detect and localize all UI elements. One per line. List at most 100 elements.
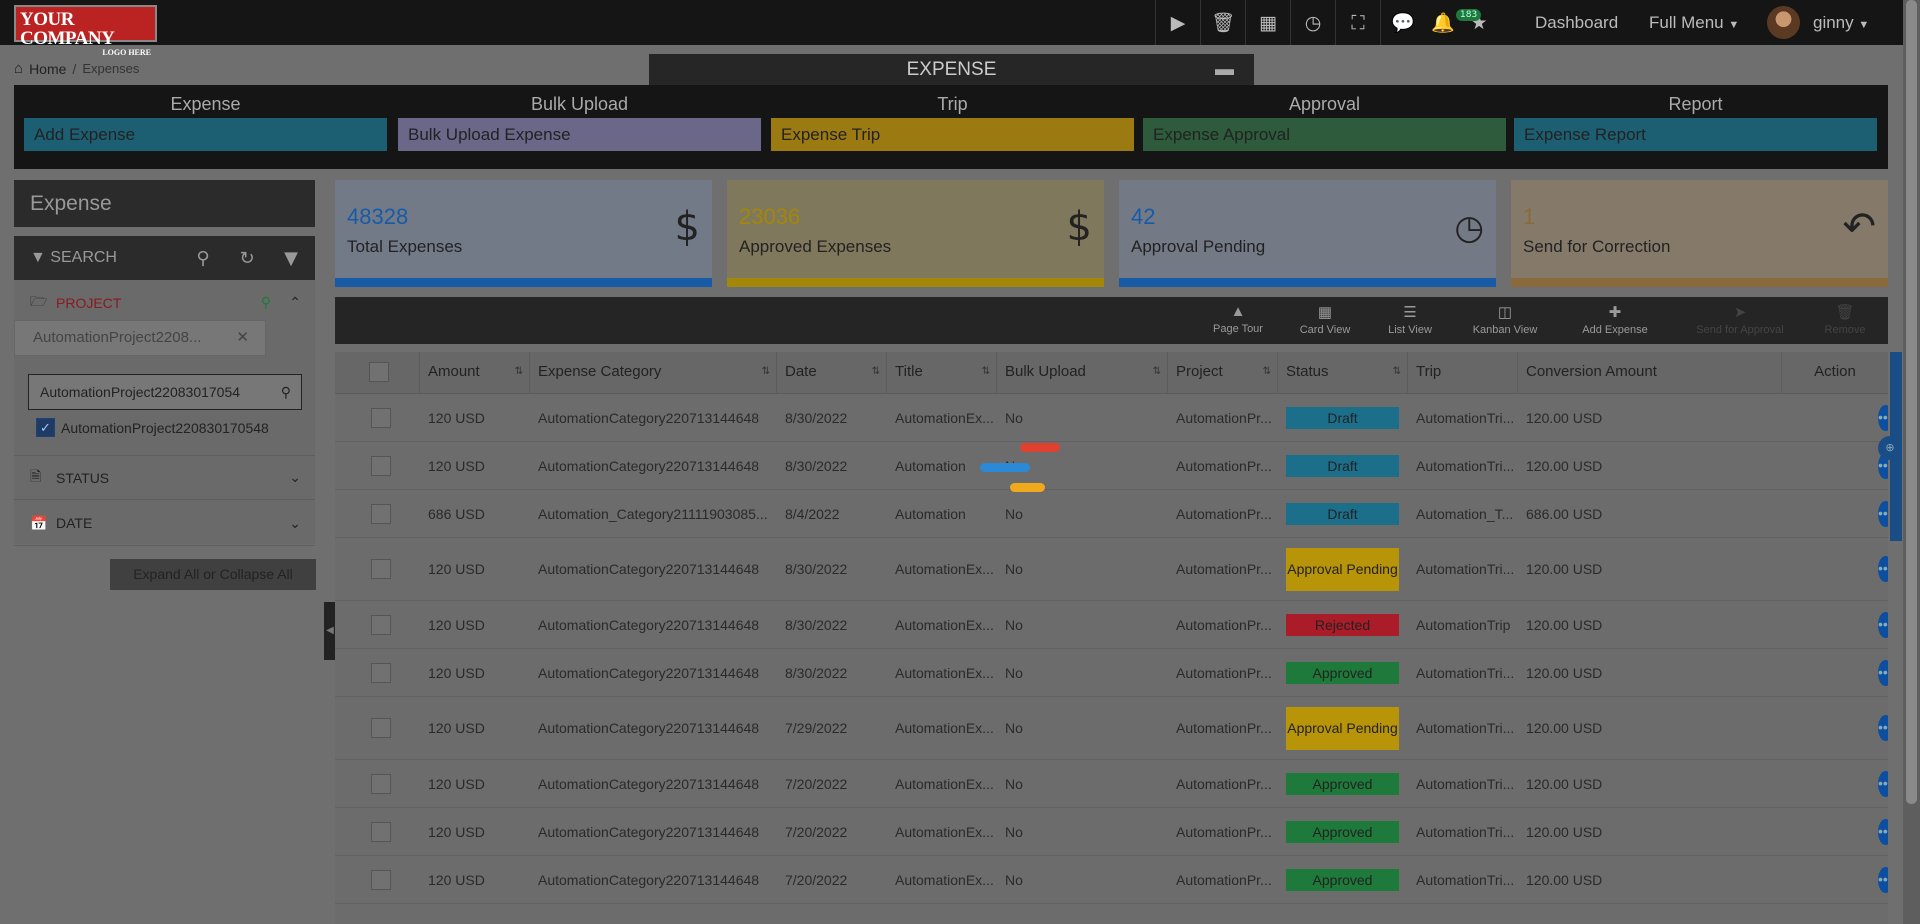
table-row[interactable]: 120 USD AutomationCategory220713144648 8/3… xyxy=(335,538,1888,601)
table-row[interactable]: 120 USD AutomationCategory220713144648 7/2… xyxy=(335,697,1888,760)
list-view-button[interactable]: ☰ List View xyxy=(1380,303,1440,336)
row-checkbox[interactable] xyxy=(371,773,391,794)
card-approval-pending[interactable]: 42 Approval Pending ◷ xyxy=(1119,180,1496,287)
header-status[interactable]: Status ⇅ xyxy=(1278,352,1408,394)
row-checkbox[interactable] xyxy=(371,662,391,683)
project-cell: AutomationPr... xyxy=(1176,616,1272,633)
card-send-for-correction[interactable]: 1 Send for Correction ↶ xyxy=(1511,180,1888,287)
search-icon[interactable]: ⚲ xyxy=(181,248,225,269)
table-row[interactable]: 120 USD AutomationCategory220713144648 8/3… xyxy=(335,442,1888,490)
company-logo[interactable]: YOUR COMPANY LOGO HERE xyxy=(14,5,157,57)
minimize-icon[interactable]: ▬ xyxy=(1215,54,1234,86)
home-icon[interactable]: ⌂ xyxy=(14,60,23,77)
table-row[interactable]: 686 USD Automation_Category21111903085...… xyxy=(335,490,1888,538)
row-checkbox[interactable] xyxy=(371,503,391,524)
add-expense-toolbar-button[interactable]: ✚ Add Expense xyxy=(1575,303,1655,336)
search-toggle[interactable]: ▼ SEARCH xyxy=(14,249,181,267)
more-actions-icon[interactable]: ••• xyxy=(1878,659,1888,686)
row-checkbox[interactable] xyxy=(371,407,391,428)
scrollbar-thumb[interactable] xyxy=(1906,0,1917,804)
action-cell: ••• xyxy=(1782,856,1888,903)
header-conversion-amount: Conversion Amount xyxy=(1518,352,1782,394)
table-row[interactable]: 120 USD AutomationCategory220713144648 8/3… xyxy=(335,601,1888,649)
dashboard-link[interactable]: Dashboard xyxy=(1535,13,1618,33)
action-cell: ••• xyxy=(1782,442,1888,489)
chevron-up-icon[interactable]: ⌃ xyxy=(289,294,301,311)
expand-collapse-button[interactable]: Expand All or Collapse All xyxy=(110,559,316,590)
caret-down-icon[interactable]: ▼ xyxy=(269,248,313,269)
row-checkbox[interactable] xyxy=(371,455,391,476)
bell-icon[interactable]: 🔔 xyxy=(1425,0,1461,45)
expense-trip-button[interactable]: Expense Trip xyxy=(771,118,1134,151)
view-toolbar: ▲ Page Tour ▦ Card View ☰ List View ◫ Kanban… xyxy=(335,297,1888,344)
expense-report-button[interactable]: Expense Report xyxy=(1514,118,1877,151)
side-panel-toggle-icon[interactable]: ⊕ xyxy=(1878,436,1902,460)
header-bulk-upload[interactable]: Bulk Upload ⇅ xyxy=(997,352,1168,394)
avatar[interactable] xyxy=(1767,6,1800,39)
table-row[interactable]: 120 USD AutomationCategory220713144648 8/3… xyxy=(335,394,1888,442)
trash-icon[interactable]: 🗑 xyxy=(1200,0,1245,45)
more-actions-icon[interactable]: ••• xyxy=(1878,500,1888,527)
project-checkbox[interactable]: ✓ xyxy=(36,418,55,437)
more-actions-icon[interactable]: ••• xyxy=(1878,866,1888,893)
user-menu[interactable]: ginny ▼ xyxy=(1813,13,1869,33)
table-row[interactable]: 120 USD AutomationCategory220713144648 7/2… xyxy=(335,760,1888,808)
status-section-header[interactable]: 🗎 STATUS ⌄ xyxy=(14,455,315,500)
status-cell: Approval Pending xyxy=(1278,697,1408,759)
card-total-expenses[interactable]: 48328 Total Expenses $ xyxy=(335,180,712,287)
header-title[interactable]: Title ⇅ xyxy=(887,352,997,394)
more-actions-icon[interactable]: ••• xyxy=(1878,770,1888,797)
send-for-approval-button[interactable]: ➤ Send for Approval xyxy=(1685,303,1795,336)
category-cell: AutomationCategory220713144648 xyxy=(538,823,760,840)
add-expense-button[interactable]: Add Expense xyxy=(24,118,387,151)
expense-approval-button[interactable]: Expense Approval xyxy=(1143,118,1506,151)
row-checkbox[interactable] xyxy=(371,821,391,842)
header-project[interactable]: Project ⇅ xyxy=(1168,352,1278,394)
header-expense-category[interactable]: Expense Category ⇅ xyxy=(530,352,777,394)
row-checkbox[interactable] xyxy=(371,559,391,579)
search-icon[interactable]: ⚲ xyxy=(281,375,291,409)
more-actions-icon[interactable]: ••• xyxy=(1878,818,1888,845)
select-all-checkbox[interactable] xyxy=(369,362,389,383)
project-checkbox-row[interactable]: ✓ AutomationProject220830170548 xyxy=(36,418,269,437)
org-chart-icon[interactable]: ▦ xyxy=(1245,0,1290,45)
table-row[interactable]: 120 USD AutomationCategory220713144648 7/2… xyxy=(335,856,1888,904)
remove-button[interactable]: 🗑 Remove xyxy=(1815,303,1875,336)
table-row[interactable]: 120 USD AutomationCategory220713144648 7/2… xyxy=(335,808,1888,856)
play-icon[interactable]: ▶ xyxy=(1155,0,1200,45)
more-actions-icon[interactable]: ••• xyxy=(1878,715,1888,741)
bulk-cell: No xyxy=(1005,871,1023,888)
status-cell: Approval Pending xyxy=(1278,538,1408,600)
breadcrumb-home[interactable]: Home xyxy=(29,61,66,77)
date-section-header[interactable]: 📅 DATE ⌄ xyxy=(14,501,315,546)
more-actions-icon[interactable]: ••• xyxy=(1878,611,1888,638)
row-checkbox[interactable] xyxy=(371,869,391,890)
header-amount[interactable]: Amount ⇅ xyxy=(420,352,530,394)
bulk-upload-expense-button[interactable]: Bulk Upload Expense xyxy=(398,118,761,151)
full-menu-dropdown[interactable]: Full Menu ▼ xyxy=(1649,13,1739,33)
header-date[interactable]: Date ⇅ xyxy=(777,352,887,394)
sort-icon: ⇅ xyxy=(514,366,523,377)
title-cell: AutomationEx... xyxy=(895,409,994,426)
row-checkbox[interactable] xyxy=(371,718,391,738)
star-icon[interactable]: ★ xyxy=(1461,0,1497,45)
page-tour-button[interactable]: ▲ Page Tour xyxy=(1203,303,1273,335)
card-approved-expenses[interactable]: 23036 Approved Expenses $ xyxy=(727,180,1104,287)
refresh-icon[interactable]: ↻ xyxy=(225,248,269,269)
title-cell: Automation xyxy=(895,505,966,522)
more-actions-icon[interactable]: ••• xyxy=(1878,556,1888,582)
kanban-view-button[interactable]: ◫ Kanban View xyxy=(1465,303,1545,336)
chat-icon[interactable]: 💬 xyxy=(1380,0,1425,45)
fullscreen-icon[interactable]: ⛶ xyxy=(1335,0,1380,45)
action-cell: ••• xyxy=(1782,601,1888,648)
clock-icon[interactable]: ◷ xyxy=(1290,0,1335,45)
more-actions-icon[interactable]: ••• xyxy=(1878,404,1888,431)
conv-cell: 686.00 USD xyxy=(1526,505,1603,522)
table-row[interactable]: 120 USD AutomationCategory220713144648 8/3… xyxy=(335,649,1888,697)
project-search-input[interactable]: AutomationProject22083017054 ⚲ xyxy=(28,374,302,410)
close-icon[interactable]: ✕ xyxy=(236,321,249,355)
project-section-header[interactable]: 🗁 PROJECT ⚲ ⌃ xyxy=(14,280,315,325)
search-icon[interactable]: ⚲ xyxy=(261,294,271,311)
row-checkbox[interactable] xyxy=(371,614,391,635)
card-view-button[interactable]: ▦ Card View xyxy=(1290,303,1360,336)
